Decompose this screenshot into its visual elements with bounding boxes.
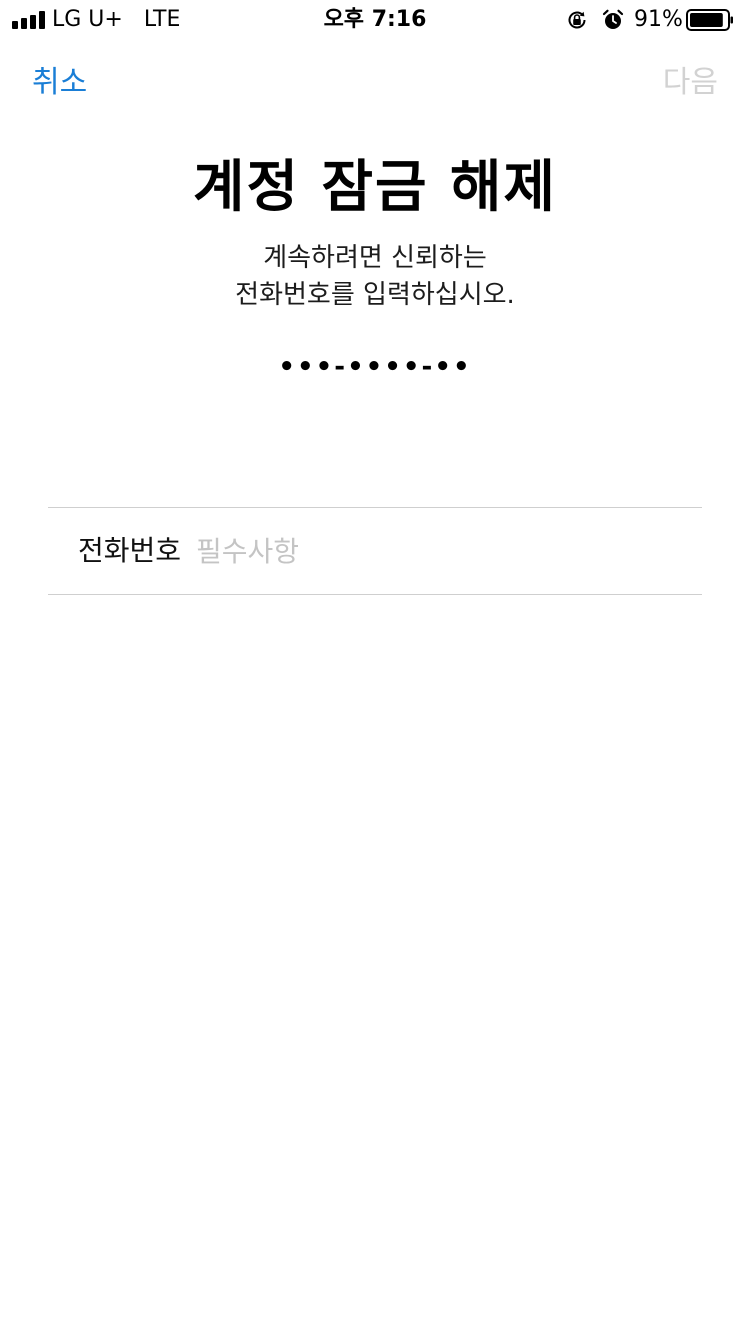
lock-rotation-icon [568, 11, 586, 29]
next-button[interactable]: 다음 [663, 64, 718, 102]
phone-number-label: 전화번호 [78, 534, 182, 567]
masked-phone-number: •••-••••-•• [278, 352, 472, 382]
cancel-button[interactable]: 취소 [32, 64, 87, 102]
page-title: 계정 잠금 해제 [192, 155, 558, 220]
status-bar: LG U+ LTE 오후 7:16 91% [0, 0, 750, 40]
alarm-icon [602, 9, 624, 29]
battery-icon [686, 9, 733, 31]
description-line-1: 계속하려면 신뢰하는 [263, 243, 487, 273]
phone-number-input[interactable] [196, 530, 676, 572]
description-line-2: 전화번호를 입력하십시오. [235, 280, 515, 310]
phone-number-row[interactable]: 전화번호 [48, 507, 702, 595]
description-text: 계속하려면 신뢰하는 전화번호를 입력하십시오. [0, 240, 750, 314]
battery-percent: 91% [634, 7, 683, 32]
